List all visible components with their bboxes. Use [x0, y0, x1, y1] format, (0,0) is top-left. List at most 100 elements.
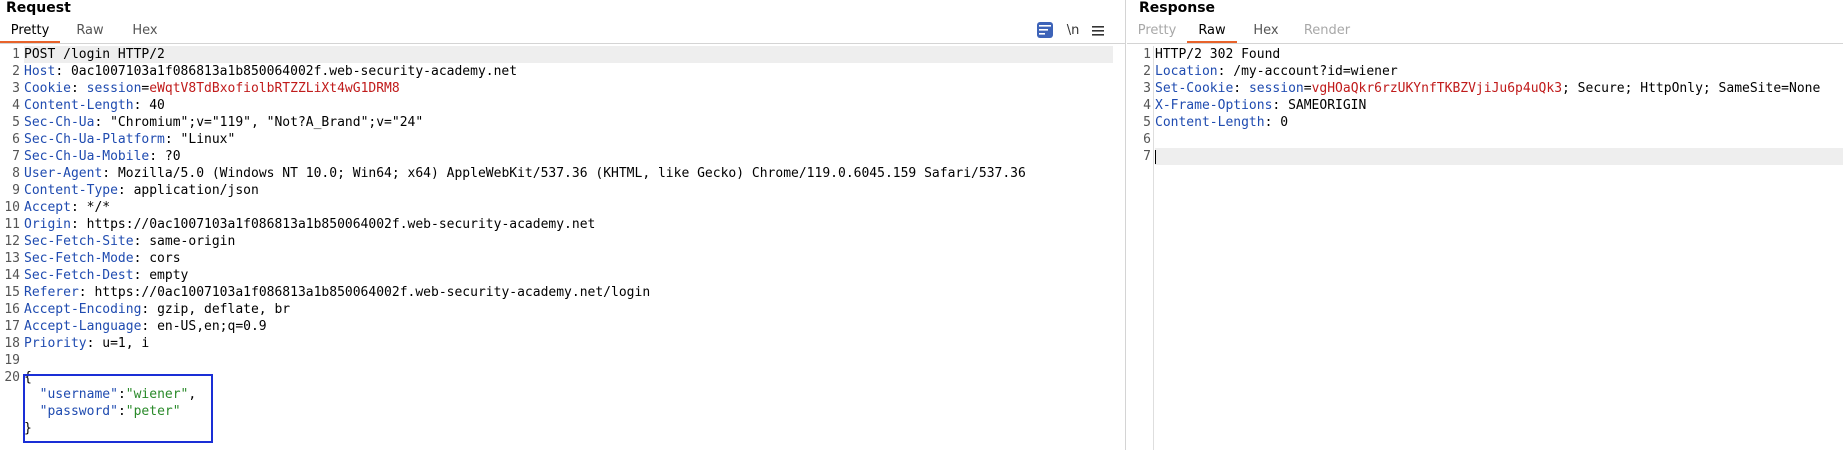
header-value: ?0 [164, 149, 181, 164]
header-name: Cookie [24, 81, 71, 96]
code-line: Sec-Fetch-Site: same-origin [24, 234, 236, 249]
code-text: HTTP/2 302 Found [1155, 47, 1281, 62]
header-name: Origin [24, 217, 71, 232]
line-number: 9 [12, 183, 20, 198]
header-value: 0 [1280, 115, 1289, 130]
json-value: "wiener" [125, 387, 189, 402]
code-line: Sec-Fetch-Mode: cors [24, 251, 181, 266]
header-value: empty [149, 268, 189, 283]
header-value: SAMEORIGIN [1288, 98, 1367, 113]
code-line: Content-Type: application/json [24, 183, 259, 198]
line-number: 18 [4, 336, 20, 351]
code-line: "username":"wiener", [39, 387, 197, 402]
header-value: /my-account?id=wiener [1233, 64, 1398, 79]
header-name: Sec-Ch-Ua [24, 115, 95, 130]
line-number: 1 [1143, 47, 1151, 62]
header-name: Content-Length [1155, 115, 1265, 130]
request-editor[interactable]: 1 2 3 4 5 6 7 8 9 10 11 12 13 14 15 16 17 18 19 20 POST /lo… [0, 46, 1125, 450]
code-line: Priority: u=1, i [24, 336, 150, 351]
line-number: 5 [12, 115, 20, 130]
code-line: HTTP/2 302 Found [1155, 46, 1843, 63]
tab-pretty[interactable]: Pretty [1131, 20, 1183, 43]
header-value: */* [86, 200, 111, 215]
code-line: X-Frame-Options: SAMEORIGIN [1155, 98, 1367, 113]
code-line: Origin: https://0ac1007103a1f086813a1b85… [24, 217, 596, 232]
line-number: 4 [1143, 98, 1151, 113]
cookie-attributes: ; Secure; HttpOnly; SameSite=None [1562, 81, 1821, 96]
code-line: Sec-Ch-Ua-Mobile: ?0 [24, 149, 181, 164]
response-title: Response [1139, 0, 1216, 16]
header-name: Location [1155, 64, 1218, 79]
header-name: Content-Type [24, 183, 118, 198]
code-line: Cookie: session=eWqtV8TdBxofiolbRTZZLiXt… [24, 81, 400, 96]
code-line: Accept-Language: en-US,en;q=0.9 [24, 319, 267, 334]
line-number: 2 [12, 64, 20, 79]
code-line: Sec-Fetch-Dest: empty [24, 268, 189, 283]
code-line: Sec-Ch-Ua-Platform: "Linux" [24, 132, 236, 147]
code-line: Content-Length: 40 [24, 98, 165, 113]
tab-raw[interactable]: Raw [1187, 20, 1237, 43]
hamburger-menu-icon[interactable] [1089, 21, 1107, 41]
response-code[interactable]: HTTP/2 302 Found Location: /my-account?id… [1155, 46, 1843, 450]
header-name: Content-Length [24, 98, 134, 113]
tab-hex[interactable]: Hex [1241, 20, 1291, 43]
header-value: u=1, i [102, 336, 150, 351]
tab-pretty[interactable]: Pretty [0, 20, 60, 43]
line-number: 17 [4, 319, 20, 334]
header-value: gzip, deflate, br [157, 302, 291, 317]
header-value: en-US,en;q=0.9 [157, 319, 267, 334]
header-value: 40 [149, 98, 165, 113]
cookie-value: eWqtV8TdBxofiolbRTZZLiXt4wG1DRM8 [149, 81, 400, 96]
header-name: Sec-Ch-Ua-Platform [24, 132, 165, 147]
line-number: 15 [4, 285, 20, 300]
json-punct: , [188, 387, 197, 402]
header-name: Sec-Fetch-Dest [24, 268, 134, 283]
show-newlines-button[interactable]: \n [1063, 21, 1083, 41]
response-tabbar: Pretty Raw Hex Render [1127, 20, 1843, 44]
header-name: Sec-Fetch-Mode [24, 251, 134, 266]
wrap-lines-icon[interactable] [1037, 22, 1053, 38]
line-number [0, 403, 22, 420]
request-code[interactable]: POST /login HTTP/2 Host: 0ac1007103a1f086… [24, 46, 1113, 450]
header-value: Mozilla/5.0 (Windows NT 10.0; Win64; x64… [117, 166, 1026, 181]
header-name: X-Frame-Options [1155, 98, 1273, 113]
tab-render[interactable]: Render [1295, 20, 1359, 43]
response-editor[interactable]: 1 2 3 4 5 6 7 HTTP/2 302 Found Location: /my-ac… [1127, 46, 1843, 450]
line-number: 5 [1143, 115, 1151, 130]
line-number: 19 [4, 353, 20, 368]
line-number-gutter: 1 2 3 4 5 6 7 [1127, 46, 1154, 450]
code-line: Referer: https://0ac1007103a1f086813a1b8… [24, 285, 651, 300]
line-number: 14 [4, 268, 20, 283]
header-value: cors [149, 251, 181, 266]
line-number: 20 [4, 370, 20, 385]
request-title: Request [6, 0, 71, 16]
request-pane: Request Pretty Raw Hex \n 1 2 3 4 5 6 7 8 9 10 11 1… [0, 0, 1126, 450]
cookie-value: vgHOaQkr6rzUKYnfTKBZVjiJu6p4uQk3 [1311, 81, 1563, 96]
line-number [0, 386, 22, 403]
code-text: } [24, 421, 32, 436]
header-value: "Chromium";v="119", "Not?A_Brand";v="24" [110, 115, 424, 130]
json-key: "password" [39, 404, 118, 419]
cookie-name: session [1248, 81, 1304, 96]
code-text: { [24, 370, 32, 385]
request-toolbar: \n [1033, 21, 1113, 41]
header-value: https://0ac1007103a1f086813a1b850064002f… [86, 217, 596, 232]
header-name: Host [24, 64, 56, 79]
line-number: 8 [12, 166, 20, 181]
code-line: { [24, 369, 1113, 386]
cookie-name: session [86, 81, 142, 96]
request-tabbar: Pretty Raw Hex [0, 20, 1125, 44]
line-number: 11 [4, 217, 20, 232]
tab-hex[interactable]: Hex [120, 20, 170, 43]
header-value: application/json [133, 183, 259, 198]
header-name: Priority [24, 336, 87, 351]
header-name: Accept-Language [24, 319, 142, 334]
header-value: https://0ac1007103a1f086813a1b850064002f… [94, 285, 651, 300]
line-number: 3 [12, 81, 20, 96]
code-line: POST /login HTTP/2 [24, 46, 1113, 63]
code-line: Set-Cookie: session=vgHOaQkr6rzUKYnfTKBZ… [1155, 81, 1821, 96]
tab-raw[interactable]: Raw [64, 20, 116, 43]
line-number: 2 [1143, 64, 1151, 79]
